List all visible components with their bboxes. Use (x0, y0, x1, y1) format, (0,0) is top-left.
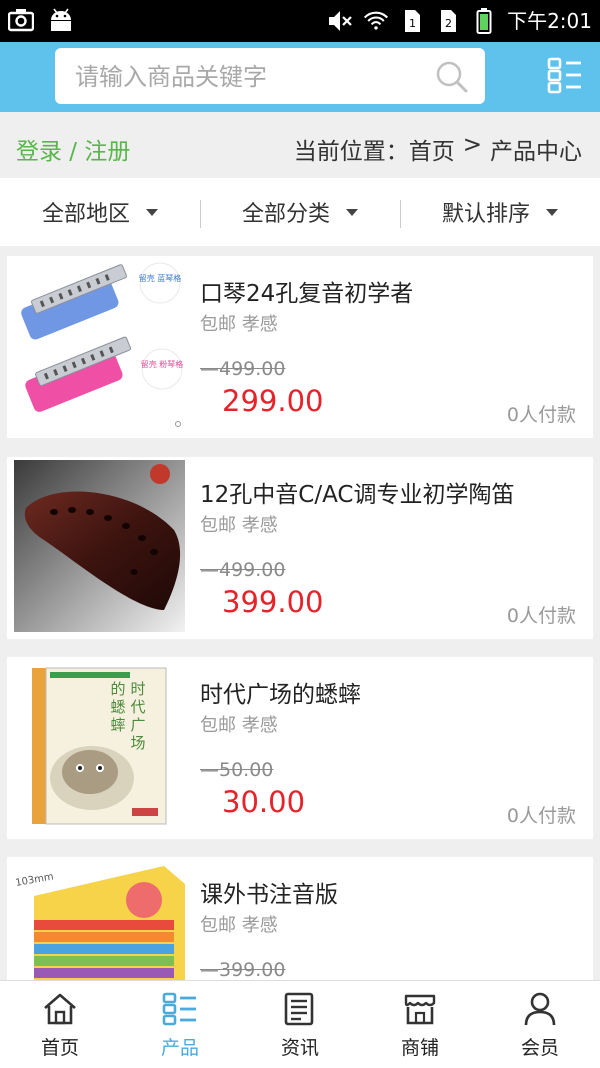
original-price-value: 499.00 (219, 559, 286, 581)
product-shipping: 包邮 孝感 (200, 515, 278, 536)
product-title[interactable]: 课外书注音版 (200, 875, 338, 909)
search-icon[interactable] (435, 60, 469, 94)
product-card[interactable]: 12孔中音C/AC调专业初学陶笛 包邮 孝感 —499.00 399.00 0人… (7, 457, 593, 639)
tab-label: 首页 (40, 1037, 79, 1059)
product-original-price: —50.00 (200, 759, 274, 781)
product-card[interactable]: 时 代 广 场 的 蟋 蟀 时代广场的蟋蟀 包邮 孝感 —50.00 30.00… (7, 657, 593, 839)
tab-label: 会员 (520, 1037, 559, 1059)
product-image-book-set: 103mm (14, 860, 185, 980)
shop-icon (404, 994, 436, 1025)
harmonica-badge-1: 留壳 蓝琴格 (139, 273, 182, 283)
search-input[interactable] (73, 58, 417, 96)
app-header (0, 42, 600, 112)
product-original-price: —499.00 (200, 358, 286, 380)
breadcrumb: 当前位置： 首页 > 产品中心 (294, 132, 582, 166)
product-card[interactable]: 103mm 课外书注音版 包邮 孝感 —399.00 (7, 857, 593, 980)
home-icon (44, 993, 76, 1025)
filter-bar: 全部地区 全部分类 默认排序 (0, 178, 600, 246)
category-menu-icon[interactable] (547, 56, 583, 94)
product-price: 399.00 (222, 585, 324, 619)
tab-label: 资讯 (280, 1037, 319, 1059)
product-sold-count: 0人付款 (506, 805, 576, 827)
original-price-value: 399.00 (219, 959, 286, 980)
book-char-2: 广 (130, 716, 145, 734)
breadcrumb-bar: 登录 / 注册 当前位置： 首页 > 产品中心 (0, 112, 600, 178)
tab-shop[interactable]: 商铺 (360, 981, 480, 1068)
breadcrumb-current: 产品中心 (490, 139, 582, 165)
product-shipping: 包邮 孝感 (200, 314, 278, 335)
book-char-0: 时 (130, 680, 145, 698)
product-shipping: 包邮 孝感 (200, 715, 278, 736)
caret-down-icon (346, 208, 358, 216)
product-image-harmonica: 留壳 蓝琴格 留壳 粉琴格 (14, 259, 185, 431)
search-box[interactable] (55, 48, 485, 104)
filter-region-dropdown[interactable]: 全部地区 (0, 178, 200, 246)
wifi-icon (363, 7, 389, 35)
product-image-book: 时 代 广 场 的 蟋 蟀 (14, 660, 185, 832)
original-price-value: 499.00 (219, 358, 286, 380)
product-title[interactable]: 时代广场的蟋蟀 (200, 675, 361, 709)
filter-label: 默认排序 (441, 202, 530, 227)
product-shipping: 包邮 孝感 (200, 915, 278, 936)
tab-member[interactable]: 会员 (480, 981, 600, 1068)
book-char-1: 代 (130, 698, 145, 716)
product-price: 30.00 (222, 785, 306, 819)
product-original-price: —399.00 (200, 959, 286, 980)
product-list-icon (162, 992, 196, 1026)
harmonica-badge-2: 留壳 粉琴格 (141, 359, 184, 369)
breadcrumb-separator: > (462, 132, 482, 158)
original-price-value: 50.00 (219, 759, 274, 781)
svg-text:2: 2 (445, 17, 452, 30)
tab-label: 商铺 (400, 1037, 439, 1059)
status-time: 下午2:01 (507, 9, 592, 33)
product-original-price: —499.00 (200, 559, 286, 581)
filter-label: 全部分类 (241, 202, 330, 227)
caret-down-icon (546, 208, 558, 216)
book-char-5: 蟋 (110, 698, 125, 716)
screenshot-icon (8, 6, 34, 34)
bottom-tab-bar: 首页 产品 资讯 商铺 会员 (0, 980, 600, 1068)
status-bar: 1 2 下午2:01 (0, 0, 600, 42)
battery-icon (471, 7, 497, 35)
product-sold-count: 0人付款 (506, 404, 576, 426)
login-register-link[interactable]: 登录 / 注册 (16, 132, 130, 166)
book-char-3: 场 (130, 734, 145, 752)
member-icon (524, 992, 556, 1026)
tab-products[interactable]: 产品 (120, 981, 240, 1068)
book-char-6: 蟀 (110, 716, 125, 734)
product-image-ocarina (14, 460, 185, 632)
filter-label: 全部地区 (41, 202, 130, 227)
tab-news[interactable]: 资讯 (240, 981, 360, 1068)
sim1-signal-icon: 1 (399, 7, 425, 35)
status-left (8, 6, 74, 34)
product-list: 留壳 蓝琴格 留壳 粉琴格 口琴24孔复音初学者 包邮 孝感 —499.00 2… (0, 256, 600, 980)
news-icon (284, 992, 314, 1026)
tab-home[interactable]: 首页 (0, 981, 120, 1068)
sim2-signal-icon: 2 (435, 7, 461, 35)
svg-text:1: 1 (409, 17, 416, 30)
product-sold-count: 0人付款 (506, 605, 576, 627)
filter-sort-dropdown[interactable]: 默认排序 (400, 178, 600, 246)
product-price: 299.00 (222, 384, 324, 418)
tab-label: 产品 (160, 1037, 199, 1059)
product-title[interactable]: 12孔中音C/AC调专业初学陶笛 (200, 475, 514, 509)
breadcrumb-home[interactable]: 首页 (409, 132, 455, 166)
product-card[interactable]: 留壳 蓝琴格 留壳 粉琴格 口琴24孔复音初学者 包邮 孝感 —499.00 2… (7, 256, 593, 438)
caret-down-icon (146, 208, 158, 216)
android-icon (48, 6, 74, 34)
book-char-4: 的 (110, 680, 125, 698)
mute-icon (327, 7, 353, 35)
status-right: 1 2 下午2:01 (327, 6, 592, 36)
product-title[interactable]: 口琴24孔复音初学者 (200, 274, 413, 308)
breadcrumb-label: 当前位置： (293, 139, 409, 165)
filter-category-dropdown[interactable]: 全部分类 (200, 178, 400, 246)
